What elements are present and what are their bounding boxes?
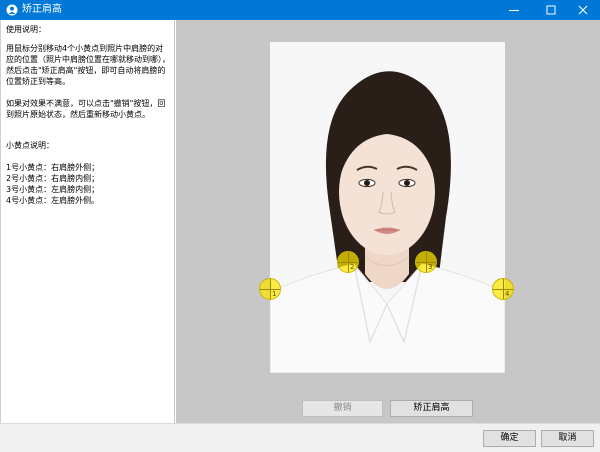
minimize-button[interactable] [497, 0, 531, 20]
title-bar: 矫正肩高 [0, 0, 600, 20]
dot-description-1: 1号小黄点：右肩膀外侧； [6, 163, 100, 172]
minimize-icon [509, 10, 519, 11]
dot-description-2: 2号小黄点：右肩膀内侧； [6, 174, 100, 183]
maximize-button[interactable] [534, 0, 568, 20]
photo-canvas: 1 2 3 4 撤销 矫正肩高 [176, 20, 600, 423]
undo-button[interactable]: 撤销 [302, 400, 383, 417]
cancel-button[interactable]: 取消 [541, 430, 594, 447]
close-icon [578, 5, 588, 15]
ok-button[interactable]: 确定 [483, 430, 536, 447]
dot-description-3: 3号小黄点：左肩膀内侧； [6, 185, 100, 194]
marker-label-1: 1 [272, 290, 277, 298]
instructions-panel: 使用说明： 用鼠标分别移动4个小黄点到照片中肩膀的对应的位置（照片中肩膀位置在哪… [1, 20, 175, 423]
correct-shoulder-button[interactable]: 矫正肩高 [390, 400, 473, 417]
marker-label-2: 2 [350, 263, 355, 271]
portrait-image [270, 42, 505, 373]
portrait-photo [270, 42, 505, 373]
dialog-footer: 确定 取消 [0, 423, 600, 452]
maximize-icon [546, 5, 556, 15]
dots-heading: 小黄点说明： [6, 141, 54, 150]
app-icon [6, 4, 18, 16]
instructions-paragraph-1: 用鼠标分别移动4个小黄点到照片中肩膀的对应的位置（照片中肩膀位置在哪就移动到哪）… [6, 44, 170, 86]
shoulder-marker-3[interactable]: 3 [415, 251, 437, 273]
dialog-content: 使用说明： 用鼠标分别移动4个小黄点到照片中肩膀的对应的位置（照片中肩膀位置在哪… [0, 20, 600, 423]
instructions-paragraph-2: 如果对效果不满意，可以点击"撤销"按钮，回到照片原始状态，然后重新移动小黄点。 [6, 99, 166, 119]
shoulder-marker-4[interactable]: 4 [492, 278, 514, 300]
window-title: 矫正肩高 [22, 4, 62, 15]
close-button[interactable] [566, 0, 600, 20]
marker-label-3: 3 [428, 263, 433, 271]
shoulder-marker-2[interactable]: 2 [337, 251, 359, 273]
dot-description-4: 4号小黄点：左肩膀外侧。 [6, 196, 100, 205]
marker-label-4: 4 [505, 290, 510, 298]
shoulder-marker-1[interactable]: 1 [259, 278, 281, 300]
instructions-heading: 使用说明： [6, 25, 46, 34]
